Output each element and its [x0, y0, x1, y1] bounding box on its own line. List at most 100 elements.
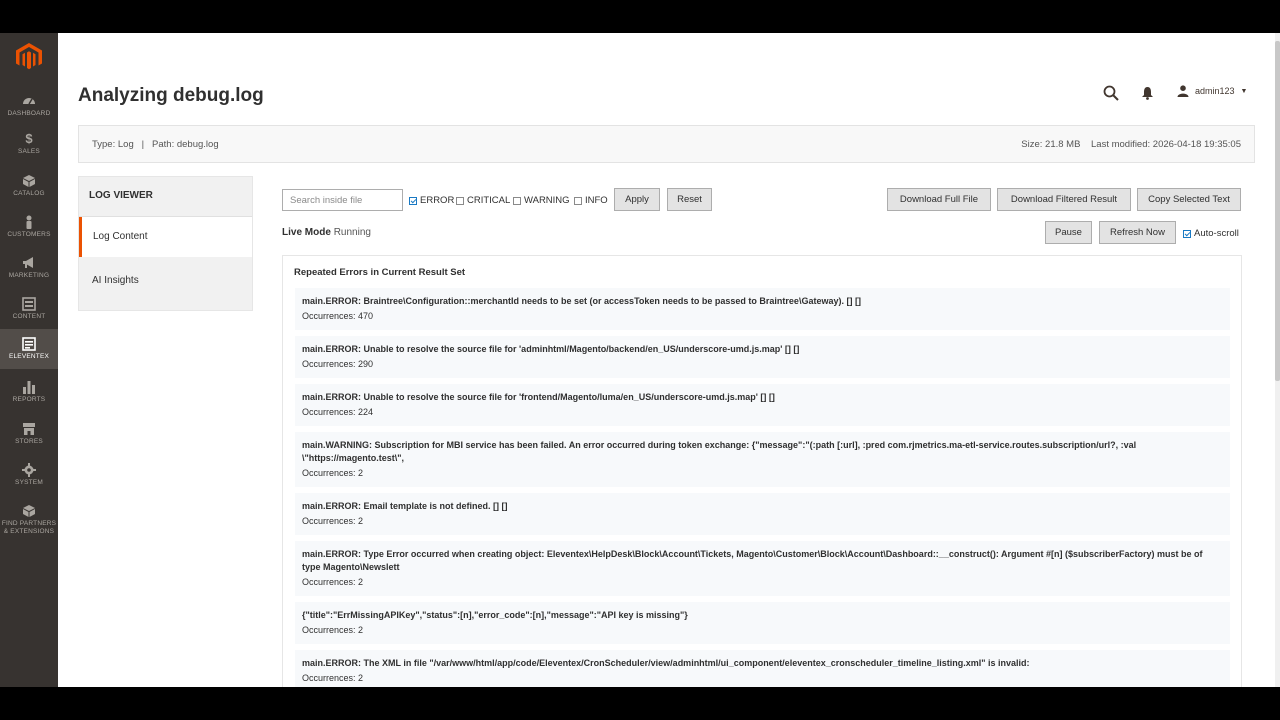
filter-label: INFO — [585, 195, 608, 206]
sidebar-item-label: ELEVENTEX — [8, 353, 50, 360]
live-mode-value: Running — [333, 227, 371, 238]
bell-icon[interactable] — [1141, 86, 1154, 100]
occurrence-count: Occurrences: 470 — [302, 311, 374, 321]
copy-selected-text-button[interactable]: Copy Selected Text — [1137, 188, 1241, 211]
chevron-down-icon: ▼ — [1240, 87, 1248, 95]
file-path: Path: debug.log — [152, 139, 219, 150]
filter-label: WARNING — [524, 195, 570, 206]
sidebar-item-eleventex[interactable]: ELEVENTEX — [0, 329, 58, 369]
user-icon — [1177, 85, 1189, 97]
sidebar-item-label: SALES — [18, 148, 40, 155]
bar-chart-icon — [23, 381, 35, 394]
sidebar-item-system[interactable]: SYSTEM — [0, 463, 58, 504]
list-item[interactable]: main.ERROR: The XML in file "/var/www/ht… — [295, 650, 1230, 687]
tab-log-content[interactable]: Log Content — [79, 217, 252, 257]
occurrence-count: Occurrences: 224 — [302, 407, 374, 417]
auto-scroll-checkbox[interactable] — [1183, 229, 1191, 238]
search-icon[interactable] — [1103, 85, 1119, 101]
reset-button[interactable]: Reset — [667, 188, 712, 211]
occurrence-count: Occurrences: 2 — [302, 577, 364, 587]
sidebar-item-stores[interactable]: STORES — [0, 422, 58, 463]
filter-info-checkbox[interactable] — [574, 196, 582, 205]
eleventex-icon — [22, 337, 36, 351]
list-item[interactable]: main.ERROR: Email template is not define… — [295, 493, 1230, 535]
filter-warning[interactable]: WARNING — [513, 195, 570, 206]
auto-scroll-label: Auto-scroll — [1194, 228, 1239, 239]
gear-icon — [22, 463, 36, 477]
sidebar-item-label: CATALOG — [13, 190, 45, 197]
filter-critical[interactable]: CRITICAL — [456, 195, 510, 206]
sidebar-item-dashboard[interactable]: DASHBOARD — [0, 91, 58, 132]
sidebar-item-label: REPORTS — [12, 396, 46, 403]
filter-error-checkbox[interactable] — [409, 196, 417, 205]
download-full-file-button[interactable]: Download Full File — [887, 188, 991, 211]
list-item[interactable]: main.WARNING: Subscription for MBI servi… — [295, 432, 1230, 487]
store-icon — [23, 423, 35, 435]
file-modified: Last modified: 2026-04-18 19:35:05 — [1091, 139, 1241, 150]
filter-info[interactable]: INFO — [574, 195, 608, 206]
log-viewer-panel: LOG VIEWER Log Content AI Insights — [78, 176, 253, 311]
user-menu[interactable]: admin123 ▼ — [1177, 85, 1247, 97]
error-message: main.ERROR: Unable to resolve the source… — [302, 344, 800, 354]
live-mode-status: Live Mode Running — [282, 227, 371, 238]
sidebar-item-label: SYSTEM — [15, 479, 43, 486]
occurrence-count: Occurrences: 2 — [302, 516, 364, 526]
scrollbar-thumb[interactable] — [1275, 41, 1280, 381]
apply-button[interactable]: Apply — [614, 188, 660, 211]
error-message: main.ERROR: Type Error occurred when cre… — [302, 549, 1203, 572]
filter-label: CRITICAL — [467, 195, 511, 206]
occurrence-count: Occurrences: 2 — [302, 468, 364, 478]
dashboard-icon — [23, 98, 35, 105]
list-item[interactable]: main.ERROR: Unable to resolve the source… — [295, 336, 1230, 378]
error-message: {"title":"ErrMissingAPIKey","status":[n]… — [302, 610, 688, 620]
error-message: main.WARNING: Subscription for MBI servi… — [302, 440, 1137, 463]
file-info-bar: Type: Log | Path: debug.log Size: 21.8 M… — [78, 125, 1255, 163]
pause-button[interactable]: Pause — [1045, 221, 1092, 244]
repeated-errors-panel: Repeated Errors in Current Result Set ma… — [282, 255, 1242, 687]
search-input[interactable] — [282, 189, 403, 211]
occurrence-count: Occurrences: 2 — [302, 673, 364, 683]
admin-screen: DASHBOARD $ SALES CATALOG CUSTOMERS MARK… — [0, 33, 1280, 687]
page-title: Analyzing debug.log — [78, 85, 264, 106]
person-icon — [26, 215, 32, 229]
sidebar-item-label: STORES — [15, 438, 43, 445]
box-icon — [23, 175, 35, 187]
filter-warning-checkbox[interactable] — [513, 196, 521, 205]
error-message: main.ERROR: Email template is not define… — [302, 501, 508, 511]
sidebar-item-label: CONTENT — [12, 313, 46, 320]
file-size: Size: 21.8 MB — [1021, 139, 1081, 150]
list-item[interactable]: main.ERROR: Unable to resolve the source… — [295, 384, 1230, 426]
dollar-icon: $ — [25, 131, 33, 146]
filter-critical-checkbox[interactable] — [456, 196, 464, 205]
auto-scroll-toggle[interactable]: Auto-scroll — [1183, 228, 1239, 239]
sidebar-item-label: CUSTOMERS — [7, 231, 51, 238]
error-message: main.ERROR: Unable to resolve the source… — [302, 392, 775, 402]
results-title: Repeated Errors in Current Result Set — [294, 267, 466, 278]
tab-ai-insights[interactable]: AI Insights — [79, 257, 252, 309]
user-name: admin123 — [1195, 86, 1235, 96]
admin-sidebar: DASHBOARD $ SALES CATALOG CUSTOMERS MARK… — [0, 33, 58, 687]
megaphone-icon — [23, 257, 33, 268]
list-item[interactable]: main.ERROR: Braintree\Configuration::mer… — [295, 288, 1230, 330]
sidebar-item-find-partners[interactable]: FIND PARTNERS & EXTENSIONS — [0, 504, 58, 545]
sidebar-item-label: DASHBOARD — [7, 110, 51, 117]
sidebar-item-marketing[interactable]: MARKETING — [0, 256, 58, 297]
error-message: main.ERROR: The XML in file "/var/www/ht… — [302, 658, 1030, 668]
download-filtered-result-button[interactable]: Download Filtered Result — [997, 188, 1131, 211]
refresh-now-button[interactable]: Refresh Now — [1099, 221, 1176, 244]
sidebar-item-customers[interactable]: CUSTOMERS — [0, 215, 58, 256]
error-message: main.ERROR: Braintree\Configuration::mer… — [302, 296, 861, 306]
sidebar-item-label: MARKETING — [8, 272, 50, 279]
panel-heading: LOG VIEWER — [79, 177, 252, 217]
list-item[interactable]: {"title":"ErrMissingAPIKey","status":[n]… — [295, 602, 1230, 644]
list-item[interactable]: main.ERROR: Type Error occurred when cre… — [295, 541, 1230, 596]
magento-logo-icon[interactable] — [16, 43, 42, 71]
live-mode-label: Live Mode — [282, 227, 331, 238]
sidebar-item-reports[interactable]: REPORTS — [0, 380, 58, 421]
sidebar-item-sales[interactable]: $ SALES — [0, 132, 58, 173]
sidebar-item-label: FIND PARTNERS — [1, 520, 57, 527]
sidebar-item-catalog[interactable]: CATALOG — [0, 174, 58, 215]
partners-icon — [23, 505, 35, 517]
filter-error[interactable]: ERROR — [409, 195, 454, 206]
page-scrollbar[interactable] — [1275, 33, 1280, 687]
